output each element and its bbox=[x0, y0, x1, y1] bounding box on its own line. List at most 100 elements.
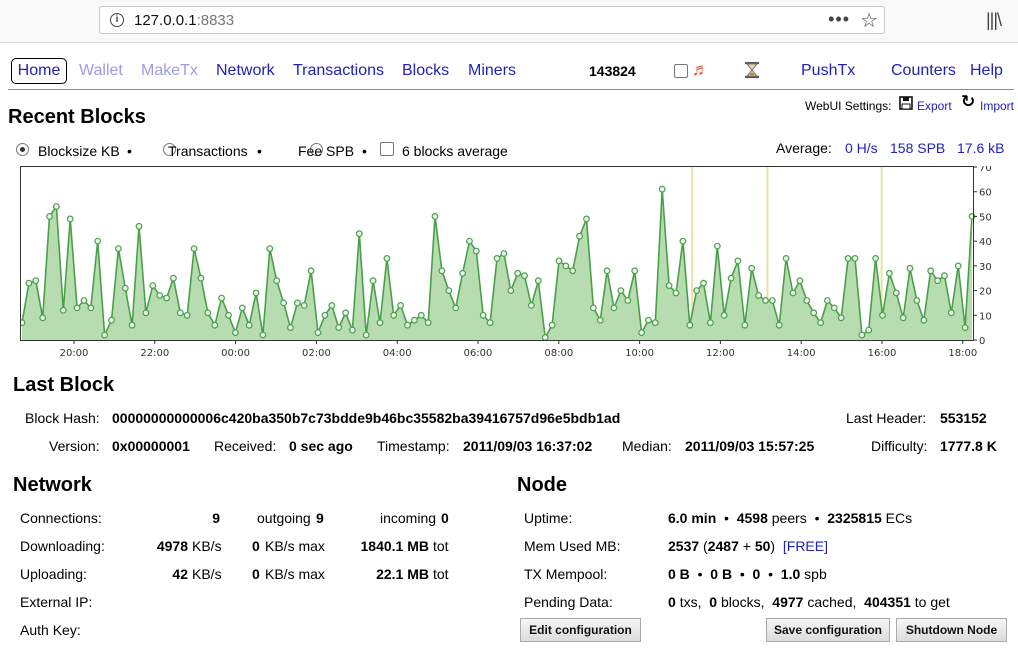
tx-mempool-label: TX Mempool: bbox=[524, 566, 608, 582]
save-configuration-button[interactable]: Save configuration bbox=[766, 618, 890, 642]
radio-blocksize[interactable] bbox=[16, 143, 29, 156]
peers-unit: peers bbox=[771, 510, 807, 526]
nav-wallet[interactable]: Wallet bbox=[79, 62, 123, 80]
mem-used-line: 2537 (2487 + 50) [FREE] bbox=[668, 538, 828, 554]
data-point bbox=[156, 292, 164, 299]
more-actions-icon[interactable]: ••• bbox=[828, 9, 850, 30]
save-icon[interactable] bbox=[899, 96, 913, 110]
data-point bbox=[479, 311, 487, 319]
mem-paren-close: ) bbox=[770, 538, 776, 554]
data-point bbox=[149, 282, 157, 289]
data-point bbox=[796, 277, 804, 285]
data-point bbox=[142, 309, 150, 317]
nav-miners[interactable]: Miners bbox=[468, 62, 516, 80]
shutdown-node-button[interactable]: Shutdown Node bbox=[896, 618, 1007, 642]
pending-txs-unit: txs, bbox=[679, 594, 702, 610]
data-point bbox=[431, 213, 439, 220]
nav-pushtx[interactable]: PushTx bbox=[801, 62, 855, 80]
data-point bbox=[927, 267, 935, 275]
y-tick-label: 0 bbox=[979, 336, 985, 347]
data-point bbox=[934, 277, 941, 285]
y-tick-label: 60 bbox=[979, 188, 992, 199]
pending-blocks-unit: blocks, bbox=[720, 594, 765, 610]
data-point bbox=[590, 304, 597, 312]
data-point bbox=[211, 321, 219, 329]
data-point bbox=[218, 294, 226, 302]
nav-counters[interactable]: Counters bbox=[891, 62, 956, 80]
ecs-value: 2325815 bbox=[827, 510, 882, 526]
node-title: Node bbox=[517, 474, 567, 496]
nav-help[interactable]: Help bbox=[970, 62, 1003, 80]
data-point bbox=[693, 287, 700, 294]
data-point bbox=[920, 316, 928, 324]
data-point bbox=[720, 311, 728, 319]
data-point bbox=[87, 304, 95, 312]
block-hash-value: 00000000000006c420ba350b7c73bdde9b46bc35… bbox=[112, 410, 621, 426]
connections-label: Connections: bbox=[20, 510, 102, 526]
data-point bbox=[411, 316, 418, 324]
bookmark-star-icon[interactable]: ☆ bbox=[860, 8, 878, 33]
download-max-unit: KB/s max bbox=[265, 538, 325, 554]
import-link[interactable]: Import bbox=[980, 99, 1014, 113]
upload-rate: 42 bbox=[172, 566, 188, 582]
free-memory-link[interactable]: [FREE] bbox=[783, 538, 828, 554]
nav-maketx[interactable]: MakeTx bbox=[141, 62, 198, 80]
data-point bbox=[892, 289, 900, 297]
mem-used-value: 2537 bbox=[668, 538, 700, 554]
data-point bbox=[679, 237, 687, 245]
data-point bbox=[844, 254, 852, 262]
address-bar[interactable]: i 127.0.0.1:8833 ••• ☆ bbox=[99, 6, 885, 34]
peers-value: 4598 bbox=[736, 510, 768, 526]
data-point bbox=[197, 274, 205, 282]
sound-checkbox[interactable] bbox=[674, 64, 688, 78]
data-point bbox=[46, 213, 53, 220]
recent-blocks-title: Recent Blocks bbox=[8, 106, 146, 128]
last-block-title: Last Block bbox=[13, 374, 115, 396]
last-header-value: 553152 bbox=[940, 410, 987, 426]
data-point bbox=[782, 254, 790, 262]
average-kb: 17.6 kB bbox=[957, 140, 1005, 156]
data-point bbox=[775, 321, 783, 329]
six-block-average-checkbox[interactable] bbox=[380, 142, 394, 156]
data-point bbox=[858, 331, 866, 339]
data-point bbox=[583, 215, 590, 223]
data-point bbox=[314, 329, 322, 337]
separator: • bbox=[768, 566, 774, 582]
timestamp-value: 2011/09/03 16:37:02 bbox=[463, 438, 593, 454]
data-point bbox=[287, 324, 294, 332]
data-point bbox=[713, 242, 721, 250]
data-point bbox=[493, 254, 501, 262]
nav-home[interactable]: Home bbox=[11, 58, 67, 84]
six-block-average-label: 6 blocks average bbox=[402, 143, 508, 159]
network-title: Network bbox=[13, 474, 92, 496]
nav-network[interactable]: Network bbox=[216, 62, 275, 80]
nav-blocks[interactable]: Blocks bbox=[402, 62, 449, 80]
ecs-unit: ECs bbox=[885, 510, 913, 526]
data-point bbox=[225, 311, 232, 319]
blocksize-chart[interactable]: 0 10 20 30 40 50 60 70 20:00 22:00 00:00 02:00 04:00… bbox=[20, 166, 1014, 364]
data-point bbox=[879, 311, 886, 319]
edit-configuration-button[interactable]: Edit configuration bbox=[520, 618, 641, 642]
y-tick-label: 20 bbox=[979, 287, 992, 298]
x-tick-label: 04:00 bbox=[383, 348, 412, 359]
data-point bbox=[941, 272, 948, 280]
data-point bbox=[624, 297, 632, 304]
data-point bbox=[762, 297, 769, 304]
x-tick-label: 06:00 bbox=[464, 348, 493, 359]
data-point bbox=[355, 230, 363, 238]
data-point bbox=[452, 304, 460, 312]
data-point bbox=[294, 299, 301, 307]
url-host: 127.0.0.1 bbox=[134, 12, 197, 29]
library-icon[interactable]: |||\ bbox=[986, 10, 1002, 31]
export-link[interactable]: Export bbox=[917, 99, 952, 113]
mempool-fee: 1.0 bbox=[780, 566, 801, 582]
nav-transactions[interactable]: Transactions bbox=[293, 62, 384, 80]
y-tick-label: 40 bbox=[979, 237, 992, 248]
info-icon[interactable]: i bbox=[110, 13, 124, 27]
data-point bbox=[954, 262, 962, 270]
reload-icon[interactable]: ↻ bbox=[961, 92, 975, 112]
data-point bbox=[307, 267, 315, 275]
difficulty-value: 1777.8 K bbox=[940, 438, 997, 454]
data-point bbox=[80, 297, 88, 304]
data-point bbox=[500, 250, 508, 257]
